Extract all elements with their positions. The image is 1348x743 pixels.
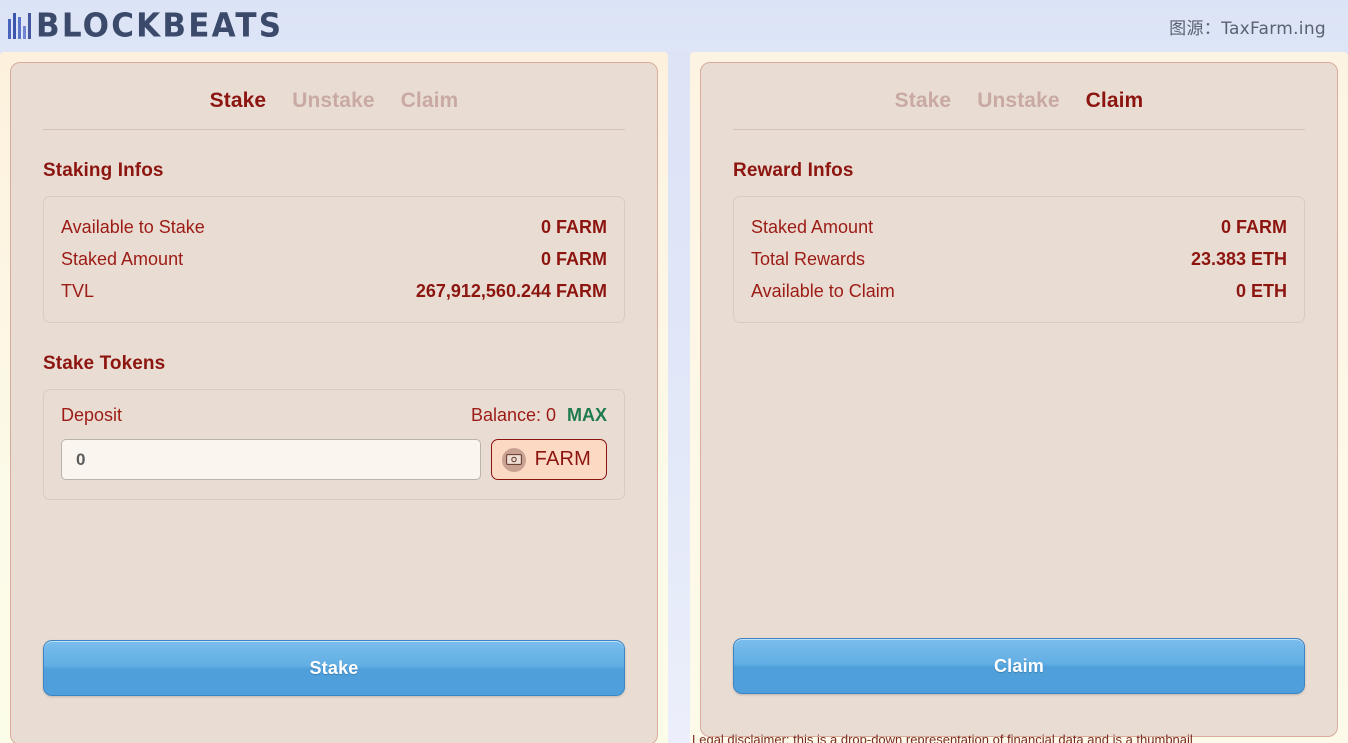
brand-logo[interactable]: BLOCKBEATS bbox=[8, 6, 284, 45]
right-panel-tabs: Stake Unstake Claim bbox=[733, 81, 1305, 130]
bar-chart-logo-icon bbox=[8, 13, 31, 39]
info-row: Staked Amount 0 FARM bbox=[61, 243, 607, 275]
claim-button[interactable]: Claim bbox=[733, 638, 1305, 694]
info-label: Available to Stake bbox=[61, 217, 205, 237]
max-button[interactable]: MAX bbox=[567, 405, 607, 426]
info-value: 0 FARM bbox=[1220, 217, 1287, 237]
tab-unstake[interactable]: Unstake bbox=[977, 89, 1059, 113]
app-header: BLOCKBEATS 图源：TaxFarm.ing bbox=[0, 0, 1348, 52]
info-label: Available to Claim bbox=[751, 281, 895, 302]
info-value: 0 ETH bbox=[1235, 281, 1287, 302]
right-panel-frame: Stake Unstake Claim Reward Infos Staked … bbox=[690, 52, 1348, 743]
deposit-label: Deposit bbox=[61, 405, 123, 426]
left-panel-spacer bbox=[43, 500, 625, 640]
deposit-input-row: FARM bbox=[61, 439, 607, 481]
staking-infos-title: Staking Infos bbox=[43, 160, 164, 181]
tab-stake[interactable]: Stake bbox=[895, 89, 952, 113]
info-label: Total Rewards bbox=[751, 249, 866, 270]
source-label: 图源：TaxFarm.ing bbox=[1169, 18, 1326, 39]
token-selector-button[interactable]: FARM bbox=[490, 439, 607, 481]
stake-tokens-title: Stake Tokens bbox=[43, 353, 166, 375]
brand-logo-text: BLOCKBEATS bbox=[36, 6, 284, 45]
stake-panel: Stake Unstake Claim Staking Infos Availa… bbox=[10, 62, 658, 743]
info-row: Staked Amount 0 FARM bbox=[751, 211, 1287, 243]
tab-unstake[interactable]: Unstake bbox=[292, 89, 374, 113]
right-panel-spacer bbox=[733, 323, 1305, 638]
footnote-text: Legal disclaimer: this is a drop-down re… bbox=[692, 733, 1193, 743]
info-row: TVL 267,912,560.244 FARM bbox=[61, 275, 607, 307]
info-value: 23.383 ETH bbox=[1190, 249, 1287, 270]
info-row: Available to Stake 0 FARM bbox=[61, 211, 607, 243]
info-label: TVL bbox=[61, 281, 95, 302]
left-panel-frame: Stake Unstake Claim Staking Infos Availa… bbox=[0, 52, 668, 743]
staking-infos-box: Available to Stake 0 FARM Staked Amount … bbox=[43, 196, 625, 324]
stake-button[interactable]: Stake bbox=[43, 640, 625, 696]
tab-claim[interactable]: Claim bbox=[401, 89, 459, 113]
reward-infos-title: Reward Infos bbox=[733, 160, 854, 181]
stake-tokens-box: Deposit Balance: 0 MAX 0 FARM bbox=[43, 389, 625, 501]
panels-container: Stake Unstake Claim Staking Infos Availa… bbox=[0, 52, 1348, 743]
tab-stake[interactable]: Stake bbox=[210, 89, 267, 113]
deposit-header-row: Deposit Balance: 0 MAX bbox=[61, 405, 607, 426]
info-value: 0 FARM bbox=[540, 217, 607, 237]
balance-label: Balance: 0 bbox=[470, 405, 556, 426]
left-panel-tabs: Stake Unstake Claim bbox=[43, 81, 625, 130]
info-value: 0 FARM bbox=[540, 249, 607, 270]
info-label: Staked Amount bbox=[751, 217, 874, 237]
banknote-icon bbox=[501, 447, 526, 472]
tab-claim[interactable]: Claim bbox=[1086, 89, 1144, 113]
reward-infos-box: Staked Amount 0 FARM Total Rewards 23.38… bbox=[733, 196, 1305, 324]
claim-panel: Stake Unstake Claim Reward Infos Staked … bbox=[700, 62, 1338, 737]
info-row: Total Rewards 23.383 ETH bbox=[751, 243, 1287, 275]
info-row: Available to Claim 0 ETH bbox=[751, 275, 1287, 307]
info-value: 267,912,560.244 FARM bbox=[415, 281, 607, 302]
deposit-amount-input[interactable] bbox=[61, 439, 481, 481]
info-label: Staked Amount bbox=[61, 249, 184, 270]
token-symbol-label: FARM bbox=[534, 448, 591, 471]
